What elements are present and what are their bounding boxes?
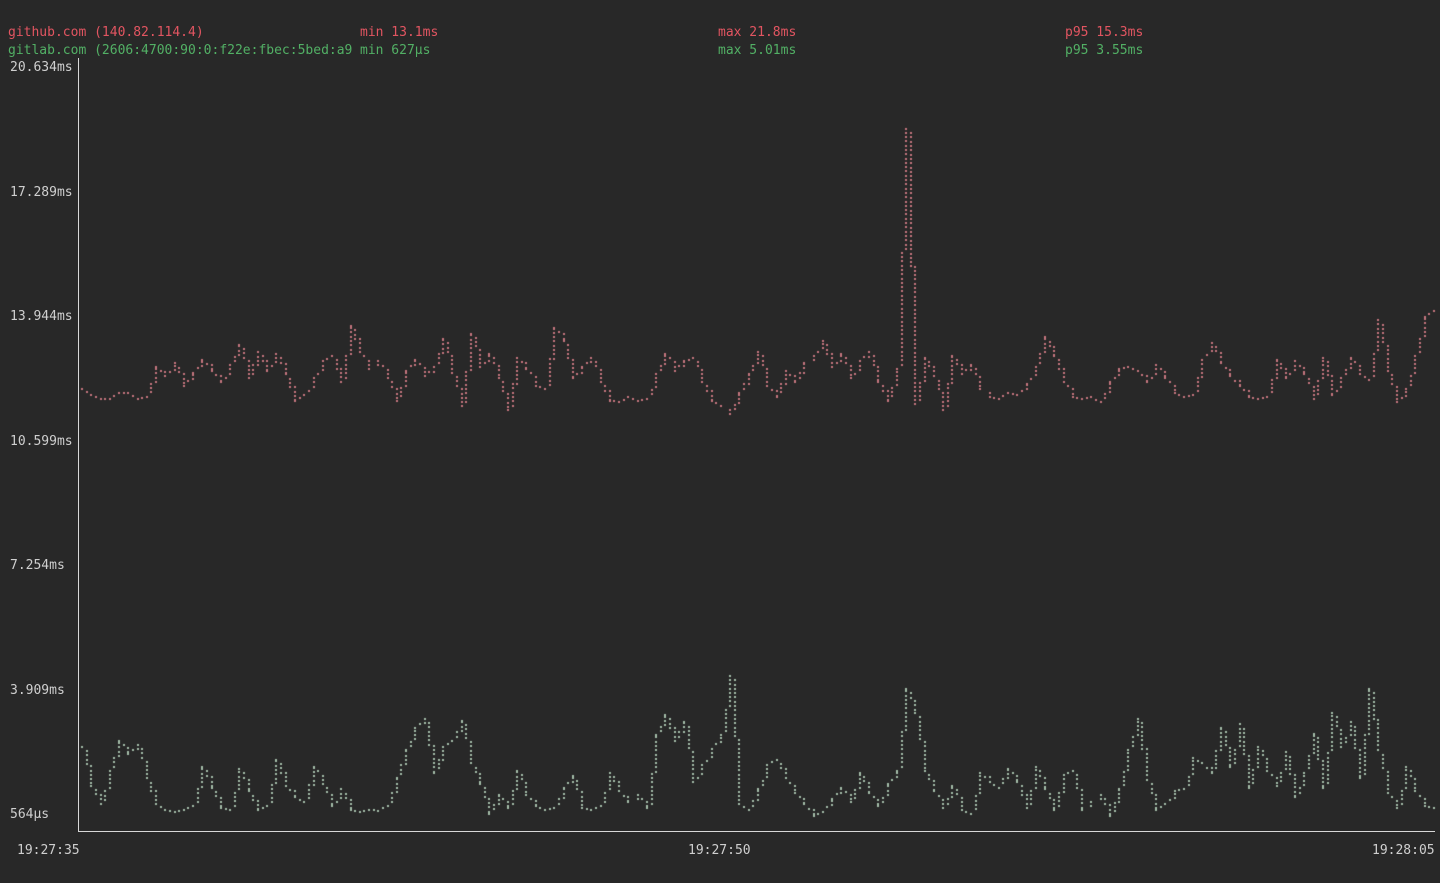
gping-terminal-screen: github.com (140.82.114.4) min 13.1ms max…: [0, 0, 1440, 883]
latency-chart-canvas: [0, 0, 1440, 883]
